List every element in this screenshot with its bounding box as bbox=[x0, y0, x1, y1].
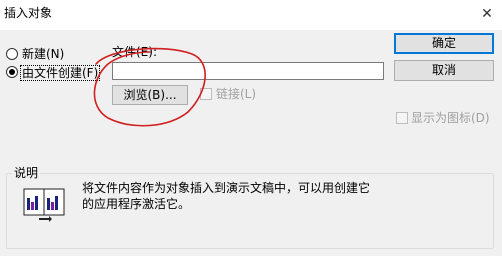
link-checkbox[interactable] bbox=[200, 88, 212, 100]
from-file-radio-label[interactable]: 由文件创建(F) bbox=[20, 65, 101, 81]
cancel-button[interactable]: 取消 bbox=[394, 60, 494, 81]
result-legend: 说明 bbox=[12, 166, 41, 180]
file-label: 文件(E): bbox=[112, 45, 157, 59]
new-radio[interactable] bbox=[6, 48, 18, 60]
ok-button[interactable]: 确定 bbox=[394, 33, 494, 54]
file-path-input[interactable] bbox=[112, 62, 384, 80]
result-description-line2: 的应用程序激活它。 bbox=[82, 197, 191, 211]
result-description: 将文件内容作为对象插入到演示文稿中，可以用创建它 的应用程序激活它。 bbox=[82, 180, 392, 212]
result-description-line1: 将文件内容作为对象插入到演示文稿中，可以用创建它 bbox=[82, 181, 371, 195]
browse-button[interactable]: 浏览(B)... bbox=[112, 85, 188, 105]
display-as-icon-checkbox[interactable] bbox=[396, 112, 408, 124]
window-title: 插入对象 bbox=[4, 6, 53, 20]
link-checkbox-label[interactable]: 链接(L) bbox=[216, 87, 256, 101]
close-icon[interactable]: ✕ bbox=[472, 0, 502, 30]
title-bar: 插入对象 ✕ bbox=[0, 0, 502, 30]
from-file-radio[interactable] bbox=[6, 66, 18, 78]
display-as-icon-label[interactable]: 显示为图标(D) bbox=[411, 111, 490, 125]
dialog-body: 新建(N) 由文件创建(F) 文件(E): 浏览(B)... 链接(L) 确定 … bbox=[0, 30, 502, 256]
embedded-object-icon bbox=[23, 188, 65, 222]
new-radio-label[interactable]: 新建(N) bbox=[22, 47, 64, 61]
